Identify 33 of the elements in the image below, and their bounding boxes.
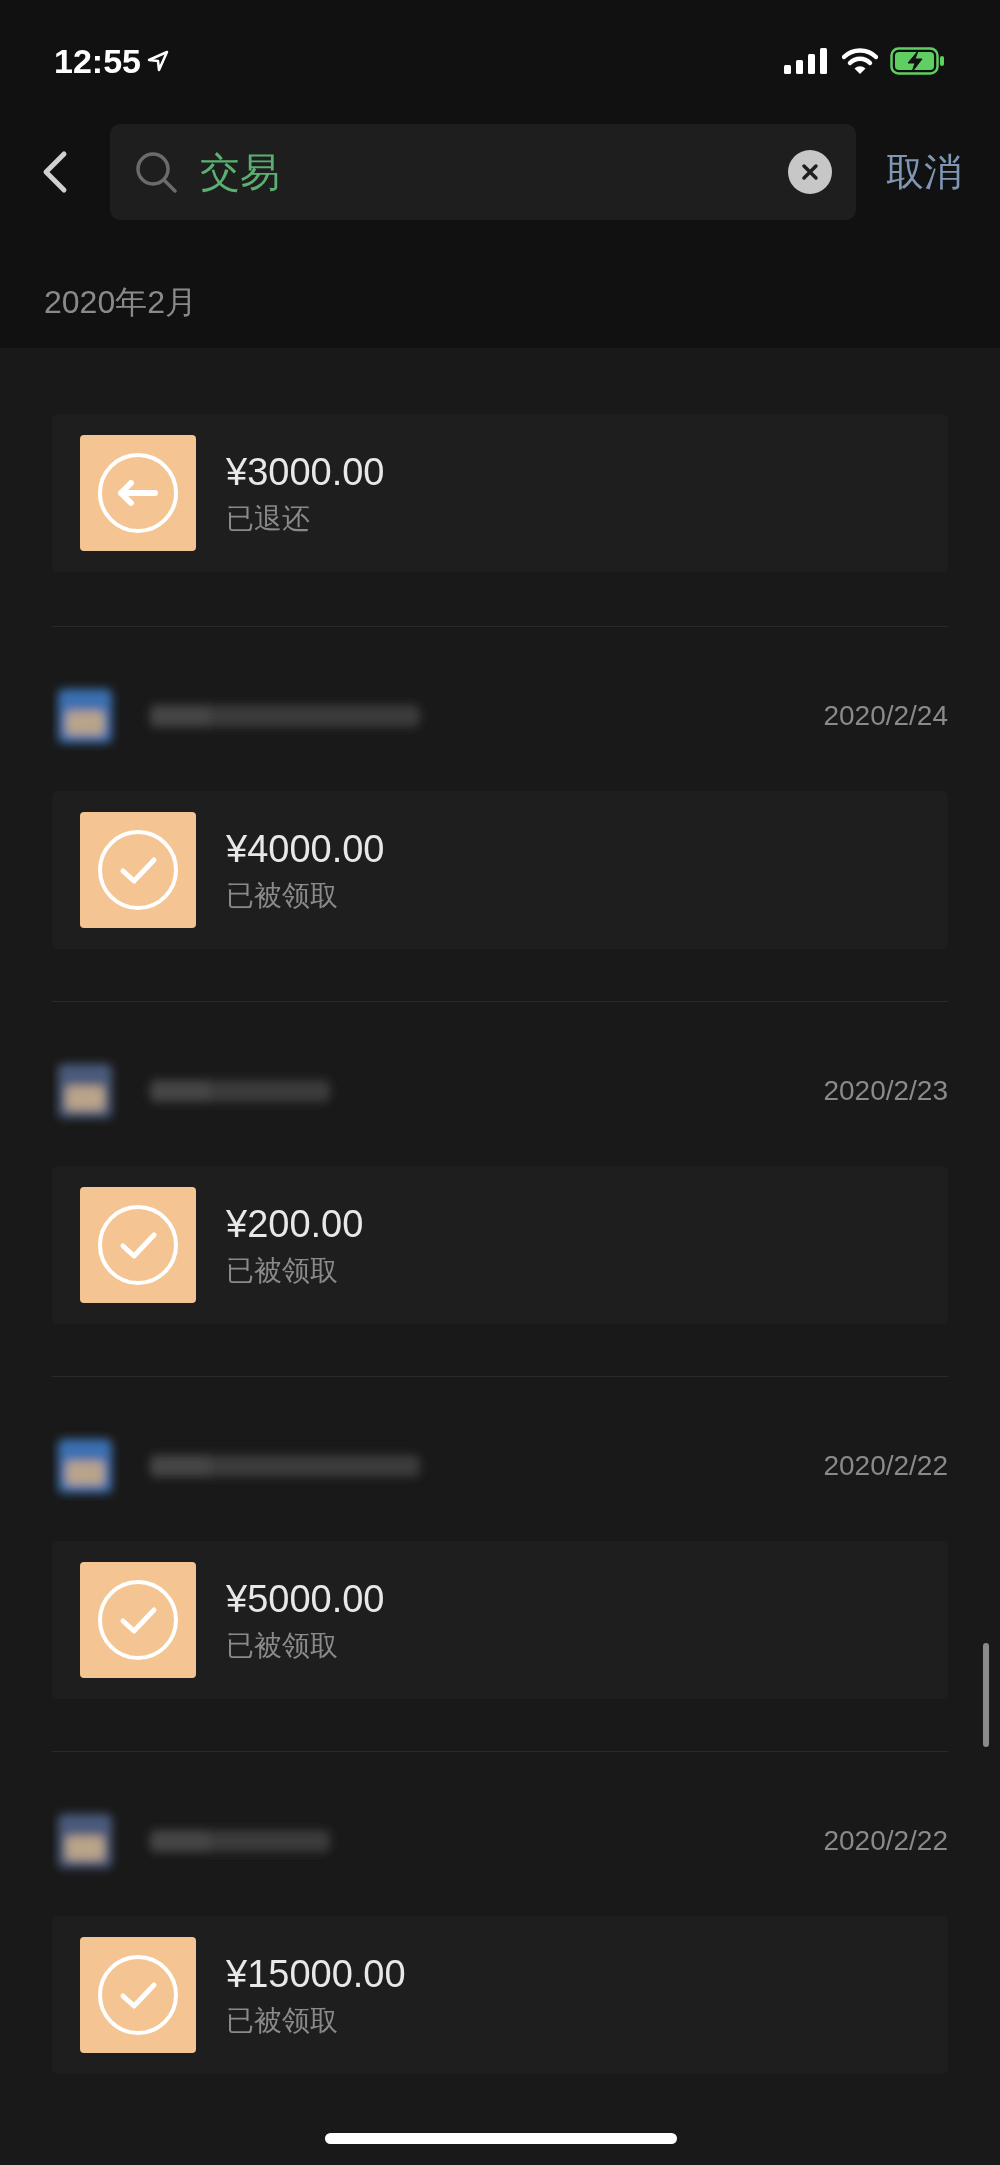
transfer-amount: ¥5000.00	[226, 1577, 385, 1622]
checkmark-icon	[97, 1204, 179, 1286]
checkmark-icon	[97, 1954, 179, 2036]
transfer-card[interactable]: ¥15000.00 已被领取	[52, 1916, 948, 2074]
transfer-status: 已被领取	[226, 1629, 339, 1663]
transfer-amount: ¥4000.00	[226, 827, 385, 872]
wifi-icon	[842, 47, 878, 75]
transfer-status: 已被领取	[226, 2004, 339, 2038]
transaction-date: 2020/2/22	[823, 1824, 948, 1858]
transaction-date: 2020/2/24	[823, 699, 948, 733]
transfer-amount: ¥15000.00	[226, 1952, 406, 1997]
transfer-status: 已退还	[226, 502, 311, 536]
transaction-date: 2020/2/22	[823, 1449, 948, 1483]
signal-icon	[784, 48, 830, 74]
transaction-date: 2020/2/23	[823, 1074, 948, 1108]
checkmark-icon	[97, 829, 179, 911]
transfer-status: 已被领取	[226, 1254, 339, 1288]
cancel-button[interactable]: 取消	[886, 143, 962, 201]
checkmark-icon	[97, 1579, 179, 1661]
transfer-amount: ¥200.00	[226, 1202, 364, 1247]
status-time: 12:55	[54, 40, 141, 82]
section-title: 2020年2月	[44, 283, 197, 322]
battery-icon	[890, 47, 946, 75]
transfer-card[interactable]: ¥4000.00 已被领取	[52, 791, 948, 949]
transfer-amount: ¥3000.00	[226, 450, 385, 495]
location-arrow-icon	[146, 50, 169, 72]
transfer-card[interactable]: ¥5000.00 已被领取	[52, 1541, 948, 1699]
search-icon	[134, 150, 178, 194]
transfer-card[interactable]: ¥3000.00 已退还	[52, 414, 948, 572]
close-icon	[801, 163, 819, 181]
transfer-card[interactable]: ¥200.00 已被领取	[52, 1166, 948, 1324]
search-field[interactable]: 交易	[110, 124, 856, 220]
transfer-status: 已被领取	[226, 879, 339, 913]
